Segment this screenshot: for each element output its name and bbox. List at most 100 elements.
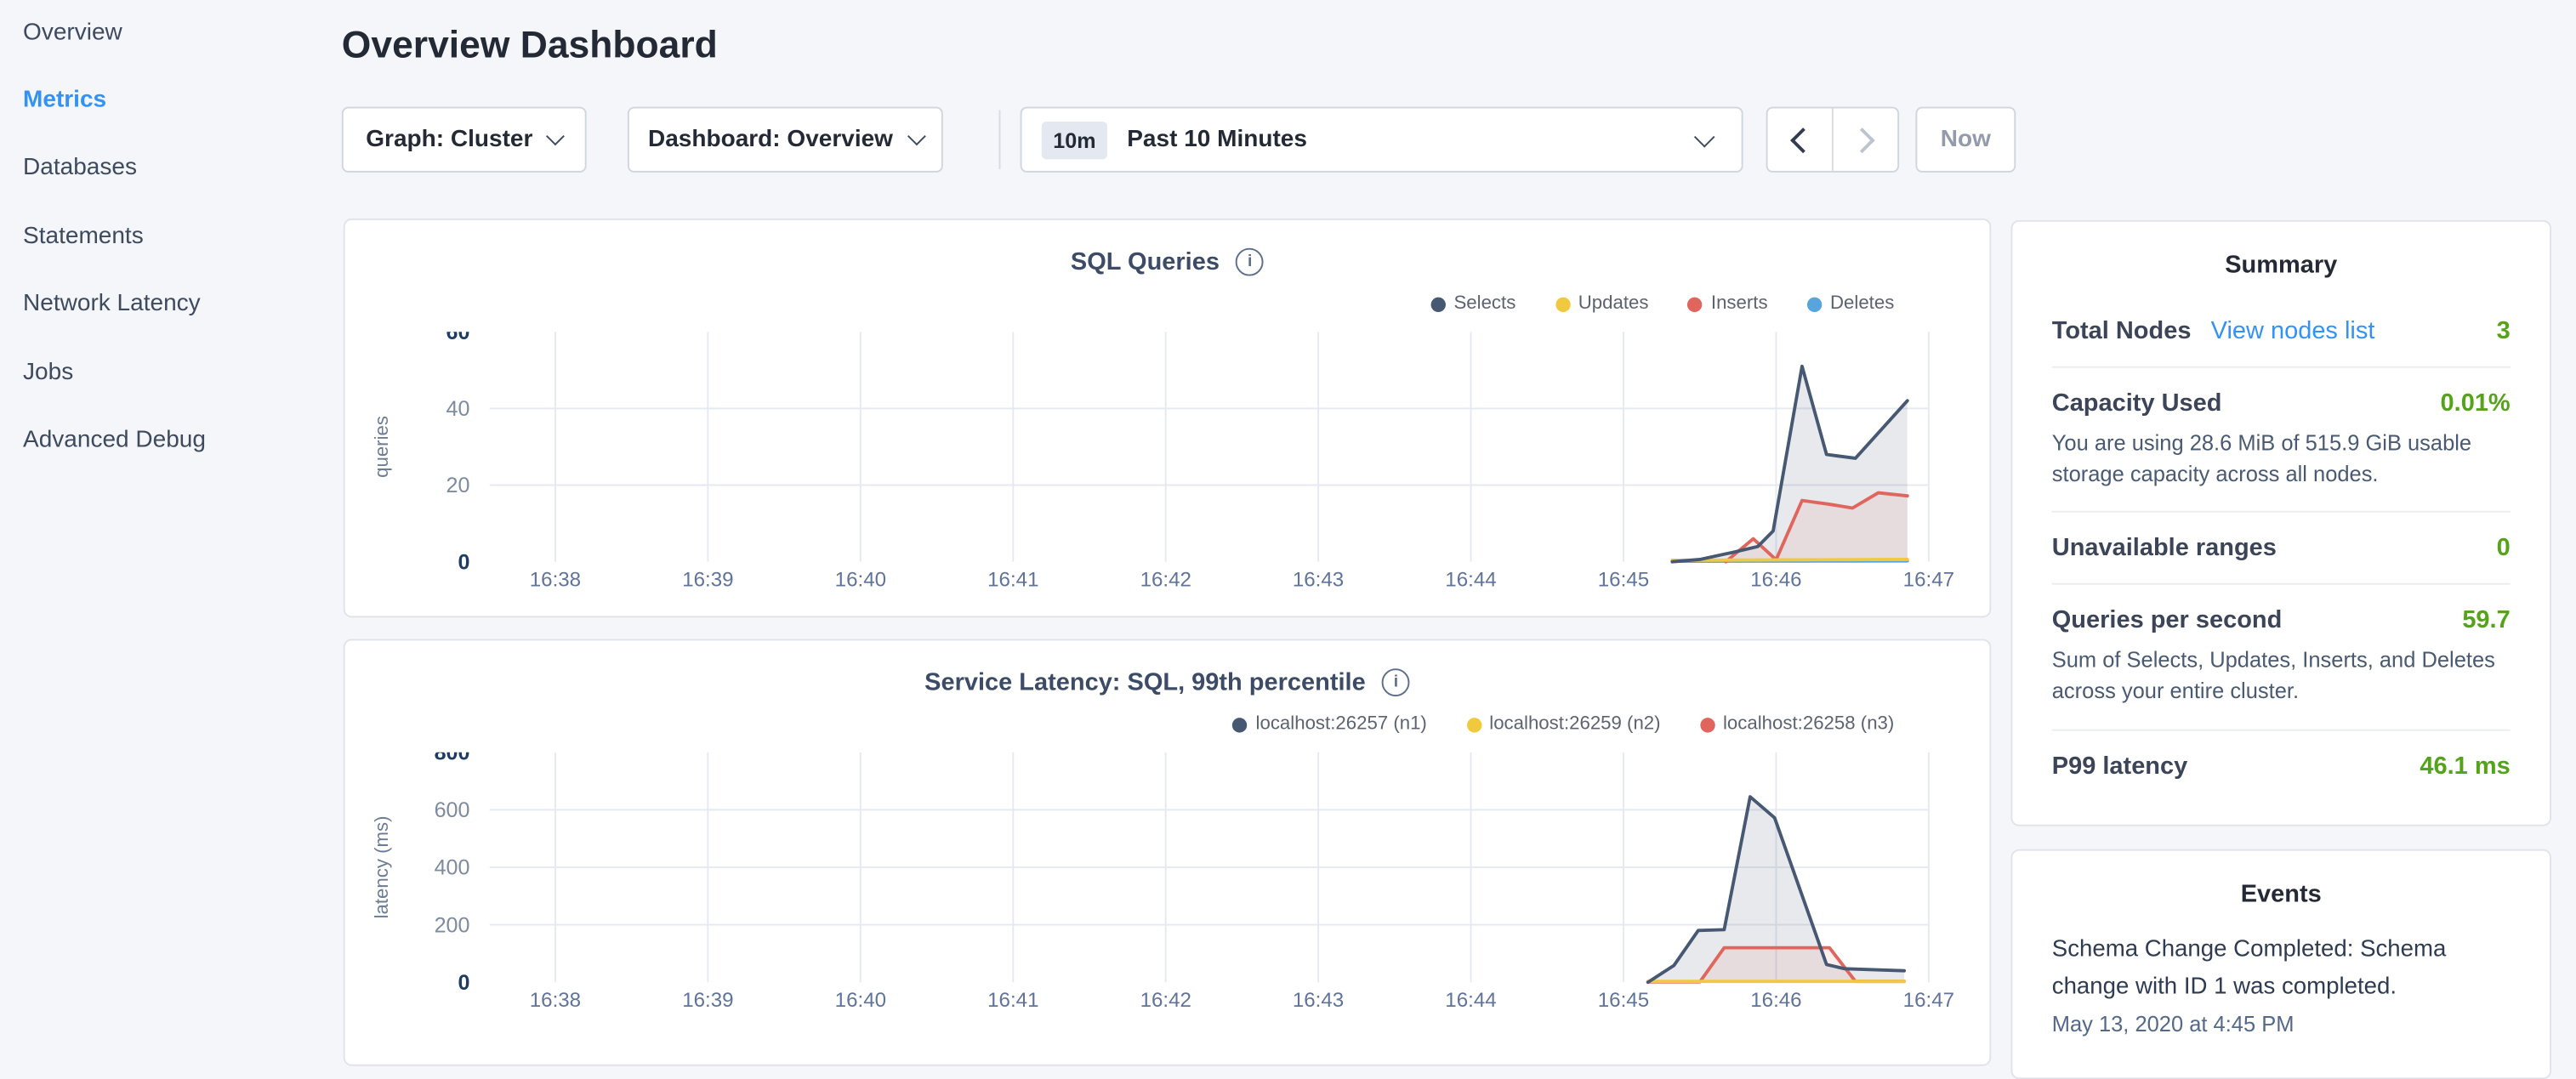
summary-row-capacity-used: Capacity Used 0.01% You are using 28.6 M… <box>2052 368 2511 514</box>
summary-row-value: 46.1 ms <box>2420 752 2510 781</box>
now-button[interactable]: Now <box>1915 107 2016 173</box>
svg-text:20: 20 <box>446 474 470 497</box>
sidebar: Overview Metrics Databases Statements Ne… <box>0 0 328 1051</box>
svg-text:16:41: 16:41 <box>987 989 1038 1012</box>
svg-text:200: 200 <box>435 913 470 937</box>
svg-text:16:38: 16:38 <box>530 569 581 592</box>
svg-text:16:47: 16:47 <box>1903 989 1954 1012</box>
sidebar-item-databases[interactable]: Databases <box>23 155 137 181</box>
summary-row-value: 0.01% <box>2441 389 2511 417</box>
svg-text:16:43: 16:43 <box>1293 989 1344 1012</box>
now-button-label: Now <box>1941 127 1991 153</box>
sidebar-item-overview[interactable]: Overview <box>23 20 122 46</box>
sidebar-item-metrics[interactable]: Metrics <box>23 87 106 113</box>
legend-item[interactable]: Deletes <box>1807 294 1894 314</box>
svg-text:16:44: 16:44 <box>1445 989 1496 1012</box>
chart-title: Service Latency: SQL, 99th percentile <box>924 668 1366 696</box>
sql-queries-plot: 0204060queries16:3816:3916:4016:4116:421… <box>345 332 1992 614</box>
info-icon[interactable]: i <box>1382 668 1410 696</box>
time-range-dropdown[interactable]: 10m Past 10 Minutes <box>1021 107 1743 173</box>
svg-text:16:42: 16:42 <box>1140 989 1191 1012</box>
legend-dot-icon <box>1688 297 1703 311</box>
svg-text:600: 600 <box>435 798 470 822</box>
legend-label: localhost:26257 (n1) <box>1256 714 1427 734</box>
chevron-left-icon <box>1790 127 1816 152</box>
summary-row-queries-per-second: Queries per second 59.7 Sum of Selects, … <box>2052 586 2511 731</box>
summary-row-value: 3 <box>2497 317 2511 345</box>
legend-dot-icon <box>1430 297 1445 311</box>
summary-row-subtext: You are using 28.6 MiB of 515.9 GiB usab… <box>2052 429 2511 490</box>
summary-row-subtext: Sum of Selects, Updates, Inserts, and De… <box>2052 646 2511 707</box>
summary-title: Summary <box>2012 252 2550 280</box>
time-step-next-button[interactable] <box>1832 108 1897 170</box>
sidebar-item-jobs[interactable]: Jobs <box>23 360 73 386</box>
legend-dot-icon <box>1232 717 1247 731</box>
time-step-prev-button[interactable] <box>1768 108 1832 170</box>
svg-text:40: 40 <box>446 397 470 421</box>
time-range-badge: 10m <box>1042 121 1107 158</box>
legend-dot-icon <box>1466 717 1481 731</box>
chevron-down-icon <box>907 127 925 145</box>
svg-text:queries: queries <box>371 416 392 478</box>
legend-dot-icon <box>1555 297 1570 311</box>
svg-text:16:46: 16:46 <box>1750 569 1801 592</box>
summary-panel: Summary Total Nodes View nodes list 3 Ca… <box>2010 220 2551 826</box>
svg-text:0: 0 <box>458 550 470 574</box>
event-item[interactable]: Schema Change Completed: Schema change w… <box>2052 931 2511 1036</box>
summary-row-label: Total Nodes <box>2052 317 2192 345</box>
legend-dot-icon <box>1700 717 1714 731</box>
legend-label: localhost:26258 (n3) <box>1723 714 1894 734</box>
legend-dot-icon <box>1807 297 1822 311</box>
legend-item[interactable]: Selects <box>1430 294 1515 314</box>
legend-label: localhost:26259 (n2) <box>1489 714 1660 734</box>
graph-scope-dropdown[interactable]: Graph: Cluster <box>342 107 587 173</box>
legend-label: Inserts <box>1711 294 1768 314</box>
svg-text:16:40: 16:40 <box>835 989 886 1012</box>
legend-item[interactable]: localhost:26259 (n2) <box>1466 714 1660 734</box>
chart-legend: Selects Updates Inserts Deletes <box>1391 294 1894 314</box>
svg-text:60: 60 <box>446 332 470 344</box>
svg-text:16:44: 16:44 <box>1445 569 1496 592</box>
svg-text:latency (ms): latency (ms) <box>371 816 392 919</box>
view-nodes-list-link[interactable]: View nodes list <box>2211 317 2375 345</box>
legend-item[interactable]: localhost:26258 (n3) <box>1700 714 1894 734</box>
controls-divider <box>999 110 1001 169</box>
chevron-down-icon <box>1694 126 1715 147</box>
svg-text:16:47: 16:47 <box>1903 569 1954 592</box>
page-title: Overview Dashboard <box>342 23 718 67</box>
chevron-right-icon <box>1850 127 1875 152</box>
svg-text:400: 400 <box>435 856 470 880</box>
chart-card-sql-queries: SQL Queries i SelectsUpdatesInsertsDelet… <box>344 219 1992 617</box>
svg-text:0: 0 <box>458 971 470 995</box>
svg-text:16:43: 16:43 <box>1293 569 1344 592</box>
chevron-down-icon <box>546 127 565 145</box>
legend-label: Updates <box>1578 294 1649 314</box>
summary-row-label: P99 latency <box>2052 752 2187 781</box>
svg-text:16:46: 16:46 <box>1750 989 1801 1012</box>
summary-row-unavailable-ranges: Unavailable ranges 0 <box>2052 514 2511 586</box>
summary-row-label: Unavailable ranges <box>2052 535 2277 563</box>
events-title: Events <box>2012 880 2550 908</box>
summary-row-p99-latency: P99 latency 46.1 ms <box>2052 731 2511 802</box>
svg-text:16:38: 16:38 <box>530 989 581 1012</box>
legend-item[interactable]: localhost:26257 (n1) <box>1232 714 1426 734</box>
sidebar-item-statements[interactable]: Statements <box>23 224 144 250</box>
legend-label: Selects <box>1453 294 1515 314</box>
app-screen: Overview Metrics Databases Statements Ne… <box>0 0 2576 1051</box>
summary-row-value: 59.7 <box>2462 607 2510 635</box>
sidebar-item-advanced-debug[interactable]: Advanced Debug <box>23 427 206 453</box>
events-panel: Events Schema Change Completed: Schema c… <box>2010 849 2551 1079</box>
svg-text:16:45: 16:45 <box>1598 989 1649 1012</box>
svg-text:16:41: 16:41 <box>987 569 1038 592</box>
summary-row-label: Queries per second <box>2052 607 2283 635</box>
info-icon[interactable]: i <box>1236 248 1264 276</box>
dashboard-label: Dashboard: Overview <box>648 127 893 153</box>
time-range-label: Past 10 Minutes <box>1127 127 1697 153</box>
sidebar-item-network-latency[interactable]: Network Latency <box>23 291 201 317</box>
chart-card-service-latency: Service Latency: SQL, 99th percentile i … <box>344 639 1992 1065</box>
summary-row-value: 0 <box>2497 535 2511 563</box>
legend-item[interactable]: Updates <box>1555 294 1649 314</box>
legend-item[interactable]: Inserts <box>1688 294 1768 314</box>
dashboard-dropdown[interactable]: Dashboard: Overview <box>628 107 943 173</box>
svg-text:16:42: 16:42 <box>1140 569 1191 592</box>
